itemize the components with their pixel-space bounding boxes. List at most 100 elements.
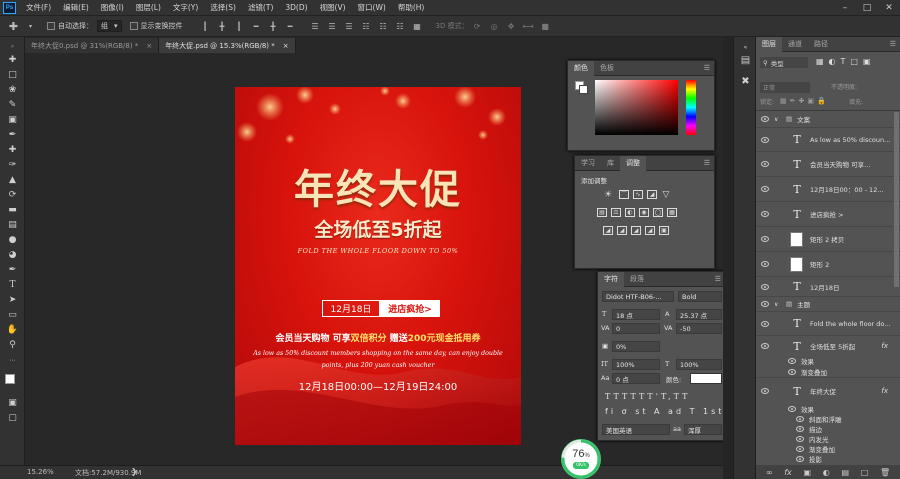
layer-effects-row[interactable]: 效果 — [756, 356, 900, 366]
color-field[interactable] — [595, 80, 678, 135]
3d-slide-icon[interactable]: ⟷ — [522, 21, 533, 32]
brush-tool-icon[interactable]: ✑ — [6, 160, 19, 171]
layer-text[interactable]: T 12月18日 — [756, 277, 900, 297]
menu-help[interactable]: 帮助(H) — [392, 2, 431, 13]
screen-mode-icon[interactable]: ▢ — [6, 413, 19, 424]
type-style-buttons[interactable]: TTTTTT'T,TT — [605, 392, 690, 401]
visibility-eye-icon[interactable] — [761, 343, 769, 349]
new-group-icon[interactable]: ▤ — [841, 468, 849, 477]
align-vcenter-icon[interactable]: ╋ — [217, 21, 228, 32]
link-layers-icon[interactable]: ∞ — [766, 468, 773, 477]
chevron-down-icon[interactable]: ∨ — [774, 116, 786, 123]
posterize-icon[interactable]: ◢ — [617, 226, 627, 235]
text-color-swatch[interactable] — [690, 373, 722, 384]
dodge-tool-icon[interactable]: ◕ — [6, 250, 19, 261]
panel-menu-icon[interactable]: ☰ — [704, 159, 710, 167]
visibility-eye-icon[interactable] — [761, 261, 769, 267]
collapse-dock-icon[interactable]: « — [739, 41, 752, 54]
align-right-icon[interactable]: ━ — [285, 21, 296, 32]
effect-item[interactable]: 渐变叠加 — [756, 444, 900, 454]
history-brush-tool-icon[interactable]: ⟳ — [6, 190, 19, 201]
history-panel-icon[interactable]: ▤ — [739, 54, 752, 67]
auto-select-checkbox[interactable] — [47, 22, 55, 30]
layer-text[interactable]: T Fold the whole floor do... — [756, 312, 900, 336]
layers-scrollbar[interactable] — [894, 112, 899, 287]
menu-3d[interactable]: 3D(D) — [279, 3, 313, 12]
visibility-eye-icon[interactable] — [796, 456, 804, 462]
invert-icon[interactable]: ◢ — [603, 226, 613, 235]
visibility-eye-icon[interactable] — [761, 186, 769, 192]
rectangle-tool-icon[interactable]: ▭ — [6, 310, 19, 321]
scale-percent-field[interactable]: 0% — [612, 341, 660, 352]
minimize-icon[interactable]: – — [834, 0, 856, 15]
3d-scale-icon[interactable]: ■ — [540, 21, 551, 32]
visibility-eye-icon[interactable] — [788, 406, 796, 412]
background-swatch[interactable] — [579, 85, 588, 94]
path-selection-tool-icon[interactable]: ➤ — [6, 295, 19, 306]
layer-filter-buttons[interactable]: ▦◐T□▣ — [816, 57, 896, 68]
tab-color[interactable]: 颜色 — [568, 60, 594, 76]
layer-effects-row[interactable]: 效果 — [756, 404, 900, 414]
crop-tool-icon[interactable]: ▣ — [6, 115, 19, 126]
channel-mixer-icon[interactable]: ◯ — [653, 208, 663, 217]
pen-tool-icon[interactable]: ✒ — [6, 265, 19, 276]
status-menu-icon[interactable]: ❯ — [131, 467, 138, 476]
menu-view[interactable]: 视图(V) — [314, 2, 352, 13]
menu-layer[interactable]: 图层(L) — [130, 2, 167, 13]
panel-menu-icon[interactable]: ☰ — [704, 64, 710, 72]
font-style-select[interactable]: Bold — [678, 291, 722, 302]
close-icon[interactable]: × — [146, 42, 152, 50]
align-bottom-icon[interactable]: ┃ — [234, 21, 245, 32]
levels-icon[interactable]: ▔ — [619, 190, 629, 199]
photo-filter-icon[interactable]: ◉ — [639, 208, 649, 217]
show-transform-checkbox[interactable] — [129, 22, 138, 30]
more-tools-icon[interactable]: ⋯ — [6, 355, 19, 366]
visibility-eye-icon[interactable] — [796, 426, 804, 432]
eraser-tool-icon[interactable]: ▬ — [6, 205, 19, 216]
blend-mode-select[interactable]: 正常 — [760, 82, 810, 93]
color-balance-icon[interactable]: ⚖ — [611, 208, 621, 217]
exposure-icon[interactable]: ◢ — [647, 190, 657, 199]
menu-type[interactable]: 文字(Y) — [167, 2, 204, 13]
distribute-top-icon[interactable]: ☰ — [310, 21, 321, 32]
layer-shape[interactable]: 矩形 2 — [756, 252, 900, 277]
tab-channels[interactable]: 通道 — [782, 37, 808, 52]
menu-file[interactable]: 文件(F) — [20, 2, 57, 13]
zoom-level[interactable]: 15.26% — [27, 468, 54, 476]
align-hcenter-icon[interactable]: ╋ — [268, 21, 279, 32]
maximize-icon[interactable]: □ — [856, 0, 878, 15]
effect-item[interactable]: 投影 — [756, 454, 900, 464]
marquee-tool-icon[interactable]: □ — [6, 70, 19, 81]
layer-effects-icon[interactable]: fx — [881, 387, 888, 395]
hand-tool-icon[interactable]: ✋ — [6, 325, 19, 336]
new-layer-icon[interactable]: □ — [861, 468, 869, 477]
chevron-down-icon[interactable]: ∨ — [774, 301, 786, 308]
menu-select[interactable]: 选择(S) — [204, 2, 242, 13]
auto-align-icon[interactable]: ▦ — [412, 21, 423, 32]
color-lookup-icon[interactable]: ▦ — [667, 208, 677, 217]
layer-text[interactable]: T As low as 50% discoun... — [756, 128, 900, 152]
layer-text[interactable]: T 进店疯抢 > — [756, 202, 900, 227]
effect-item[interactable]: 内发光 — [756, 434, 900, 444]
menu-edit[interactable]: 编辑(E) — [57, 2, 95, 13]
gradient-tool-icon[interactable]: ▤ — [6, 220, 19, 231]
layer-group-theme[interactable]: ∨ ▤ 主题 — [756, 297, 900, 312]
lock-buttons[interactable]: ▦✒✚▣🔒 — [780, 97, 829, 105]
opentype-buttons[interactable]: fi σ st A ad T 1st ½ — [605, 407, 741, 416]
curves-icon[interactable]: ∿ — [633, 190, 643, 199]
leading-field[interactable]: 25.37 点 — [676, 309, 722, 320]
layer-text[interactable]: T 会员当天购物 可享... — [756, 152, 900, 177]
tab-paragraph[interactable]: 段落 — [624, 272, 650, 287]
menu-filter[interactable]: 滤镜(T) — [242, 2, 279, 13]
3d-roll-icon[interactable]: ◎ — [489, 21, 500, 32]
tab-character[interactable]: 字符 — [598, 271, 624, 287]
add-mask-icon[interactable]: ▣ — [803, 468, 811, 477]
distribute-left-icon[interactable]: ☷ — [361, 21, 372, 32]
delete-layer-icon[interactable]: 🗑 — [880, 468, 890, 477]
effect-item[interactable]: 斜面和浮雕 — [756, 414, 900, 424]
lasso-tool-icon[interactable]: ❀ — [6, 85, 19, 96]
group-select-dropdown[interactable]: 组 ▾ — [97, 20, 122, 32]
collapse-toolbar-icon[interactable]: » — [6, 41, 19, 52]
horizontal-scale-field[interactable]: 100% — [676, 359, 722, 370]
baseline-shift-field[interactable]: 0 点 — [612, 373, 660, 384]
